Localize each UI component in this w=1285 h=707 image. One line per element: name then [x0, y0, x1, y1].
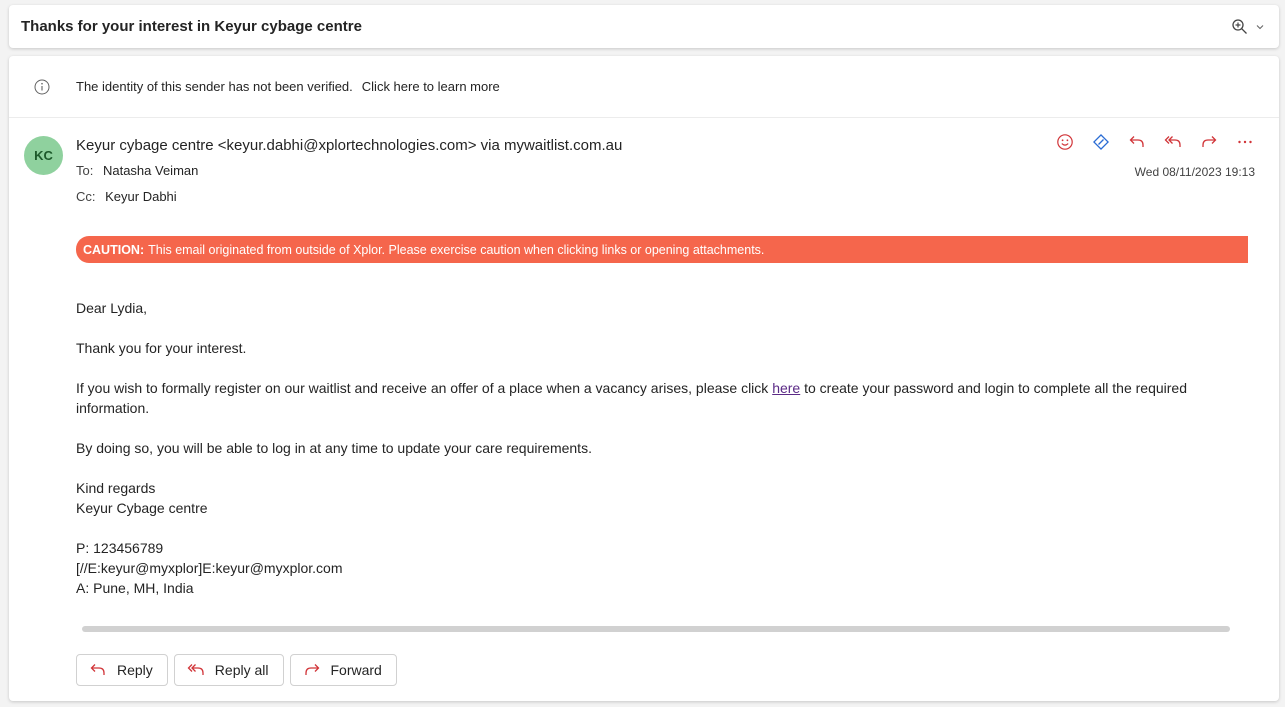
signature-block: Kind regards Keyur Cybage centre: [76, 478, 1216, 518]
more-actions-button[interactable]: [1235, 132, 1255, 152]
footer-forward-button[interactable]: Forward: [289, 654, 397, 686]
zoom-in-icon: [1232, 18, 1247, 34]
forward-icon: [1202, 136, 1217, 147]
contact-email: [//E:keyur@myxplor]E:keyur@myxplor.com: [76, 560, 343, 576]
reply-all-icon: [187, 664, 204, 675]
caution-label: CAUTION:: [83, 242, 145, 257]
react-button[interactable]: [1055, 132, 1075, 152]
footer-actions: Reply Reply all Forward: [76, 654, 397, 686]
zoom-control[interactable]: [1231, 18, 1265, 36]
horizontal-scrollbar[interactable]: [82, 626, 1230, 632]
message-date: Wed 08/11/2023 19:13: [1134, 165, 1255, 179]
message-body: Dear Lydia, Thank you for your interest.…: [76, 298, 1216, 618]
info-icon: [33, 78, 51, 96]
caution-banner: CAUTION: This email originated from outs…: [76, 236, 1248, 263]
login-paragraph: By doing so, you will be able to log in …: [76, 440, 592, 456]
cc-line: Cc: Keyur Dabhi: [76, 189, 177, 204]
reply-all-button[interactable]: [1163, 132, 1183, 152]
more-icon: [1238, 140, 1252, 144]
message-header: KC Keyur cybage centre <keyur.dabhi@xplo…: [9, 118, 1279, 293]
subject-title: Thanks for your interest in Keyur cybage…: [21, 18, 362, 35]
footer-reply-label: Reply: [117, 662, 153, 678]
caution-text: This email originated from outside of Xp…: [148, 242, 765, 257]
avatar[interactable]: KC: [24, 136, 63, 175]
to-line: To: Natasha Veiman: [76, 163, 198, 178]
contact-address: A: Pune, MH, India: [76, 580, 194, 596]
regards: Kind regards: [76, 480, 156, 496]
forward-icon: [304, 664, 319, 675]
footer-forward-label: Forward: [330, 662, 382, 678]
footer-reply-all-button[interactable]: Reply all: [173, 654, 284, 686]
register-text-before: If you wish to formally register on our …: [76, 380, 773, 396]
subject-bar: Thanks for your interest in Keyur cybage…: [9, 5, 1279, 48]
footer-reply-button[interactable]: Reply: [76, 654, 168, 686]
learn-more-link[interactable]: Click here to learn more: [362, 79, 500, 94]
contact-phone: P: 123456789: [76, 540, 164, 556]
loop-button[interactable]: [1091, 132, 1111, 152]
register-link[interactable]: here: [772, 380, 800, 396]
footer-reply-all-label: Reply all: [214, 662, 269, 678]
smiley-icon: [1057, 134, 1073, 150]
from-line[interactable]: Keyur cybage centre <keyur.dabhi@xplorte…: [76, 137, 622, 154]
contact-block: P: 123456789 [//E:keyur@myxplor]E:keyur@m…: [76, 538, 1216, 598]
message-actions: [1055, 132, 1255, 152]
to-recipient[interactable]: Natasha Veiman: [103, 163, 198, 178]
greeting: Dear Lydia,: [76, 300, 148, 316]
reply-icon: [90, 664, 105, 675]
reply-button[interactable]: [1127, 132, 1147, 152]
cc-label: Cc:: [76, 189, 96, 204]
to-label: To:: [76, 163, 94, 178]
reply-all-icon: [1164, 136, 1181, 147]
forward-button[interactable]: [1199, 132, 1219, 152]
sender-warning-bar: The identity of this sender has not been…: [9, 56, 1279, 118]
signature-name: Keyur Cybage centre: [76, 500, 208, 516]
chevron-down-icon: [1256, 24, 1264, 29]
cc-recipient[interactable]: Keyur Dabhi: [105, 189, 177, 204]
loop-icon: [1093, 134, 1109, 150]
thanks-paragraph: Thank you for your interest.: [76, 340, 247, 356]
sender-warning-text: The identity of this sender has not been…: [76, 79, 353, 94]
register-paragraph: If you wish to formally register on our …: [76, 378, 1216, 418]
reply-icon: [1129, 136, 1144, 147]
